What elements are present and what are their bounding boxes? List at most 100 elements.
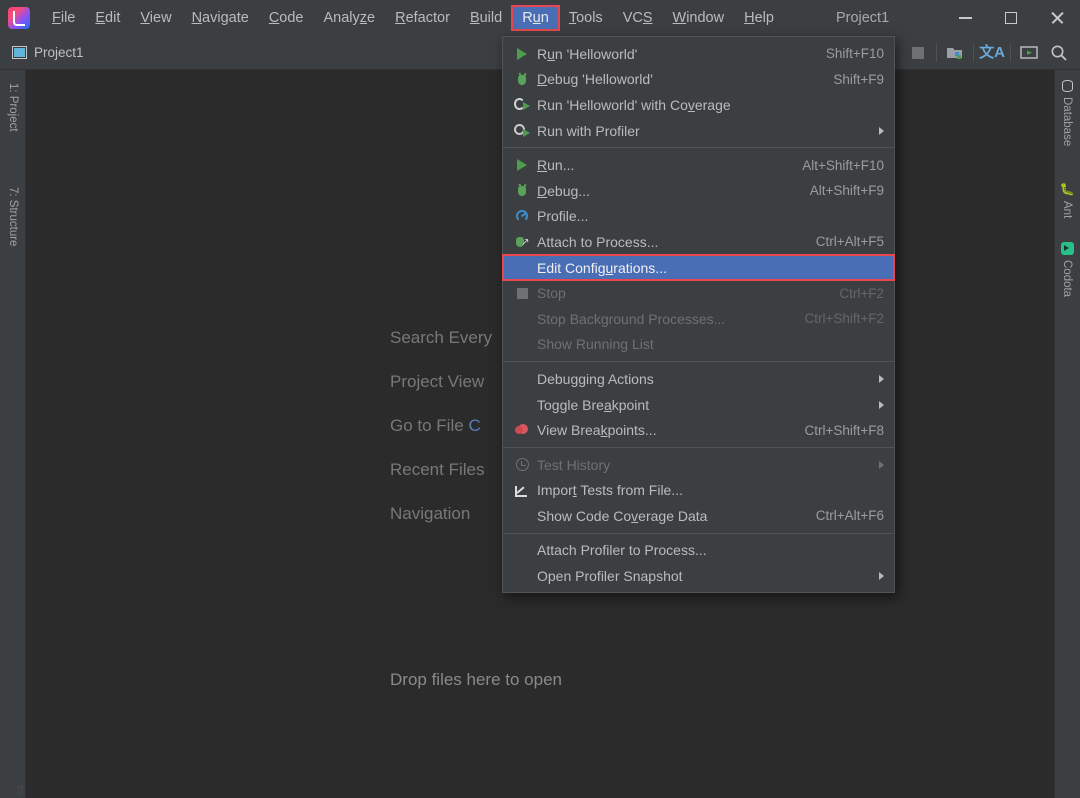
menu-item-shortcut: Ctrl+Alt+F6 xyxy=(815,508,884,524)
menu-bar-item-navigate[interactable]: Navigate xyxy=(183,7,258,29)
menu-item-label: View Breakpoints... xyxy=(537,422,657,439)
menu-bar-item-label: Analyze xyxy=(323,10,376,26)
menu-bar-item-code[interactable]: Code xyxy=(260,7,313,29)
sidebar-item-ant[interactable]: 🐛 Ant xyxy=(1054,182,1080,230)
menu-item-label: Toggle Breakpoint xyxy=(537,396,650,413)
stop-button[interactable] xyxy=(903,38,933,68)
menu-item-show-running-list: Show Running List xyxy=(503,332,894,358)
menu-bar-item-label: Tools xyxy=(568,10,603,26)
menu-item-shortcut: Alt+Shift+F10 xyxy=(802,157,884,173)
menu-item-test-history: Test History xyxy=(503,452,894,478)
menu-item-shortcut: Shift+F10 xyxy=(825,46,884,62)
menu-item-label: Attach Profiler to Process... xyxy=(537,542,707,559)
menu-bar-item-label: View xyxy=(140,10,172,26)
project-tab[interactable]: Project1 xyxy=(12,45,84,60)
menu-item-icon-placeholder xyxy=(511,311,533,327)
attach-icon: ↗ xyxy=(511,234,533,250)
menu-bar-item-analyze[interactable]: Analyze xyxy=(315,7,385,29)
translate-button[interactable]: 文A xyxy=(977,38,1007,68)
maximize-button[interactable] xyxy=(988,0,1034,36)
submenu-arrow-icon xyxy=(879,400,884,409)
sidebar-item-ant-label: Ant xyxy=(1061,200,1073,218)
codota-icon xyxy=(1060,242,1074,255)
menu-item-import-tests-from-file[interactable]: Import Tests from File... xyxy=(503,478,894,504)
left-tool-window-bar: 1: Project 7: Structure es xyxy=(0,70,26,798)
menu-bar-item-tools[interactable]: Tools xyxy=(560,7,612,29)
intellij-idea-window: File Edit View Navigate Code Analyze Refactor B… xyxy=(0,0,1080,798)
menu-item-show-code-coverage-data[interactable]: Show Code Coverage Data Ctrl+Alt+F6 xyxy=(503,503,894,529)
profiler-run-icon xyxy=(511,123,533,139)
editor-hint-recent-files: Recent Files xyxy=(390,460,492,480)
drop-files-hint: Drop files here to open xyxy=(390,670,562,689)
menu-item-shortcut: Ctrl+Alt+F5 xyxy=(815,234,884,250)
menu-item-debug[interactable]: Debug... Alt+Shift+F9 xyxy=(503,178,894,204)
run-icon xyxy=(511,46,533,62)
menu-bar-item-run[interactable]: Run xyxy=(511,5,560,31)
menu-bar-item-label: Navigate xyxy=(191,10,249,26)
database-icon xyxy=(1061,80,1073,92)
sidebar-item-codota[interactable]: Codota xyxy=(1054,242,1080,320)
sidebar-item-project-label: 1: Project xyxy=(7,83,19,132)
menu-bar-item-file[interactable]: File xyxy=(43,7,84,29)
menu-item-label: Stop Background Processes... xyxy=(537,310,726,327)
sidebar-bottom-label[interactable]: es xyxy=(0,785,26,796)
menu-bar-item-label: File xyxy=(52,10,76,26)
submenu-arrow-icon xyxy=(879,572,884,581)
run-configurations-button[interactable] xyxy=(1014,38,1044,68)
menu-item-edit-configurations[interactable]: Edit Configurations... xyxy=(502,253,895,282)
clock-icon xyxy=(511,457,533,473)
menu-item-label: Run with Profiler xyxy=(537,122,640,139)
menu-bar-item-view[interactable]: View xyxy=(131,7,180,29)
menu-bar-item-help[interactable]: Help xyxy=(735,7,783,29)
menu-item-debugging-actions[interactable]: Debugging Actions xyxy=(503,366,894,392)
menu-item-label: Test History xyxy=(537,456,611,473)
menu-item-run-helloworld-with-coverage[interactable]: Run 'Helloworld' with Coverage xyxy=(503,92,894,118)
menu-separator xyxy=(503,446,894,448)
menu-item-toggle-breakpoint[interactable]: Toggle Breakpoint xyxy=(503,392,894,418)
menu-bar: File Edit View Navigate Code Analyze Refactor B… xyxy=(0,0,1080,36)
menu-item-view-breakpoints[interactable]: View Breakpoints... Ctrl+Shift+F8 xyxy=(503,417,894,443)
menu-bar-item-vcs[interactable]: VCS xyxy=(614,7,662,29)
menu-item-profile[interactable]: Profile... xyxy=(503,204,894,230)
minimize-button[interactable] xyxy=(942,0,988,36)
menu-separator xyxy=(503,532,894,534)
stop-icon xyxy=(912,46,924,59)
menu-item-label: Import Tests from File... xyxy=(537,482,684,499)
menu-item-attach-profiler-to-process[interactable]: Attach Profiler to Process... xyxy=(503,538,894,564)
menu-bar-item-edit[interactable]: Edit xyxy=(86,7,129,29)
toolbar-divider xyxy=(936,43,937,62)
menu-item-debug-helloworld[interactable]: Debug 'Helloworld' Shift+F9 xyxy=(503,67,894,93)
search-everywhere-button[interactable] xyxy=(1044,38,1074,68)
menu-item-icon-placeholder xyxy=(511,397,533,413)
right-tool-window-bar: Database 🐛 Ant Codota xyxy=(1054,70,1080,798)
submenu-arrow-icon xyxy=(879,374,884,383)
menu-item-shortcut: Alt+Shift+F9 xyxy=(809,183,884,199)
submenu-arrow-icon xyxy=(879,460,884,469)
sidebar-item-project[interactable]: 1: Project xyxy=(0,74,26,160)
editor-hint-list: Search Every Project View Go to File C Rece… xyxy=(390,328,492,524)
menu-item-label: Stop xyxy=(537,285,566,302)
menu-bar-item-build[interactable]: Build xyxy=(461,7,511,29)
search-icon xyxy=(1051,45,1067,61)
menu-item-label: Profile... xyxy=(537,208,589,225)
translate-icon: 文A xyxy=(979,44,1005,61)
run-config-icon xyxy=(1020,46,1038,59)
sidebar-item-database[interactable]: Database xyxy=(1054,80,1080,166)
menu-bar-item-label: Build xyxy=(469,10,503,26)
profile-icon xyxy=(511,208,533,224)
menu-item-label: Show Running List xyxy=(537,336,654,353)
menu-item-open-profiler-snapshot[interactable]: Open Profiler Snapshot xyxy=(503,563,894,589)
editor-hint-action: Go to File xyxy=(390,416,464,435)
debug-icon xyxy=(511,183,533,199)
sidebar-item-structure[interactable]: 7: Structure xyxy=(0,178,26,278)
menu-bar-item-refactor[interactable]: Refactor xyxy=(386,7,459,29)
menu-item-run[interactable]: Run... Alt+Shift+F10 xyxy=(503,152,894,178)
menu-bar-item-window[interactable]: Window xyxy=(664,7,734,29)
menu-bar-item-label: Code xyxy=(268,10,304,26)
close-button[interactable] xyxy=(1034,0,1080,36)
menu-item-attach-to-process[interactable]: ↗ Attach to Process... Ctrl+Alt+F5 xyxy=(503,229,894,255)
menu-item-run-helloworld[interactable]: Run 'Helloworld' Shift+F10 xyxy=(503,41,894,67)
submenu-arrow-icon xyxy=(879,126,884,135)
project-structure-button[interactable] xyxy=(940,38,970,68)
menu-item-run-with-profiler[interactable]: Run with Profiler xyxy=(503,118,894,144)
